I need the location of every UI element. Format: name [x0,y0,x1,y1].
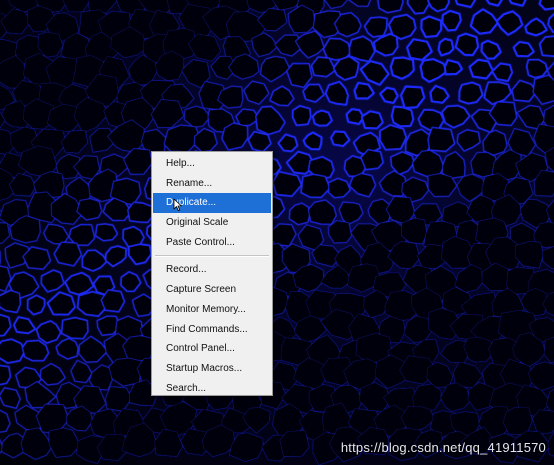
cell-wall [68,223,96,246]
cell-wall [122,334,155,362]
menu-item-search[interactable]: Search... [153,379,271,399]
mouse-cursor-icon [173,198,182,211]
menu-separator [155,255,269,258]
cell-wall [525,58,549,79]
cell-wall [360,110,384,130]
image-canvas[interactable]: Help... Rename... Duplicate... Original … [0,0,554,465]
menu-item-duplicate[interactable]: Duplicate... [153,193,271,214]
cell-wall [0,338,26,364]
menu-item-original-scale[interactable]: Original Scale [153,213,271,233]
menu-item-startup-macros[interactable]: Startup Macros... [153,359,271,379]
menu-item-control-panel[interactable]: Control Panel... [153,339,271,359]
cell-micrograph-image [0,0,554,465]
cell-wall [427,126,456,153]
cell-wall [291,105,312,127]
cell-wall [458,81,484,105]
cell-wall [327,220,353,244]
cell-wall [441,10,462,32]
cell-wall [126,201,154,223]
context-menu: Help... Rename... Duplicate... Original … [151,151,273,396]
menu-item-rename[interactable]: Rename... [153,174,271,194]
cell-wall [420,15,443,38]
cell-wall [311,109,333,127]
cell-wall [379,124,408,151]
menu-item-monitor-memory[interactable]: Monitor Memory... [153,300,271,320]
cell-wall [94,223,119,242]
menu-item-record[interactable]: Record... [153,260,271,280]
menu-item-help[interactable]: Help... [153,154,271,174]
cell-wall [60,316,89,340]
menu-item-capture-screen[interactable]: Capture Screen [153,280,271,300]
menu-item-paste-control[interactable]: Paste Control... [153,233,271,253]
menu-item-find-commands[interactable]: Find Commands... [153,320,271,340]
watermark-url: https://blog.csdn.net/qq_41911570 [340,440,546,455]
cell-wall [390,105,415,128]
cell-wall [0,289,22,314]
cell-wall [26,294,46,316]
